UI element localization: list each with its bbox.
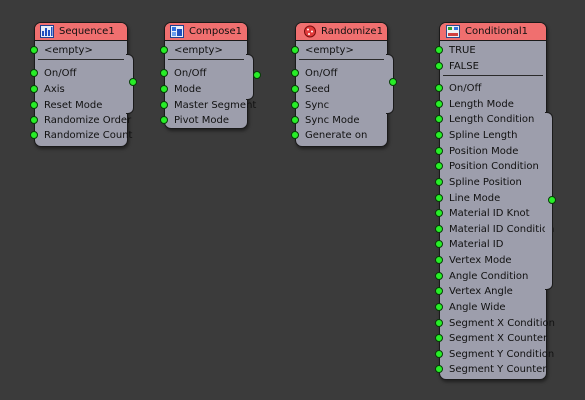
randomize-icon xyxy=(304,25,316,38)
canvas[interactable]: { "colors": { "background": "#3b3b3b", "… xyxy=(0,0,585,400)
randomize-empty-slot[interactable]: <empty> xyxy=(305,44,354,57)
randomize-title: Randomize1 xyxy=(321,26,383,37)
compose-port-pivot-mode[interactable] xyxy=(160,116,168,124)
compose-output-port[interactable] xyxy=(253,71,261,79)
conditional-input-vertex-angle[interactable]: Vertex Angle xyxy=(449,285,513,298)
compose-port-mode[interactable] xyxy=(160,85,168,93)
compose-title: Compose1 xyxy=(189,26,243,37)
conditional-input-material-id-knot[interactable]: Material ID Knot xyxy=(449,207,530,220)
conditional-divider xyxy=(443,75,543,76)
conditional-node[interactable]: Conditional1 TRUE FALSE On/Off Length Mo… xyxy=(439,22,555,380)
randomize-input-onoff[interactable]: On/Off xyxy=(305,67,337,80)
compose-port-empty[interactable] xyxy=(160,46,168,54)
conditional-port-length-condition[interactable] xyxy=(435,115,443,123)
sequence-input-randomize-order[interactable]: Randomize Order xyxy=(44,114,131,127)
conditional-input-material-id[interactable]: Material ID xyxy=(449,238,503,251)
randomize-port-sync[interactable] xyxy=(291,101,299,109)
sequence-empty-slot[interactable]: <empty> xyxy=(44,44,93,57)
compose-input-master-segment[interactable]: Master Segment xyxy=(174,99,256,112)
conditional-port-position-condition[interactable] xyxy=(435,162,443,170)
conditional-input-length-condition[interactable]: Length Condition xyxy=(449,113,534,126)
conditional-input-onoff[interactable]: On/Off xyxy=(449,82,481,95)
sequence-icon xyxy=(40,25,54,38)
conditional-port-segment-y-counter[interactable] xyxy=(435,365,443,373)
sequence-input-onoff[interactable]: On/Off xyxy=(44,67,76,80)
randomize-input-sync-mode[interactable]: Sync Mode xyxy=(305,114,360,127)
conditional-input-length-mode[interactable]: Length Mode xyxy=(449,98,514,111)
sequence-port-empty[interactable] xyxy=(30,46,38,54)
conditional-icon xyxy=(446,25,460,38)
conditional-port-vertex-angle[interactable] xyxy=(435,287,443,295)
compose-divider xyxy=(168,59,244,60)
conditional-port-spline-position[interactable] xyxy=(435,178,443,186)
conditional-port-onoff[interactable] xyxy=(435,84,443,92)
conditional-title: Conditional1 xyxy=(465,26,528,37)
sequence-divider xyxy=(38,59,124,60)
randomize-port-sync-mode[interactable] xyxy=(291,116,299,124)
conditional-output-port[interactable] xyxy=(548,196,556,204)
conditional-port-line-mode[interactable] xyxy=(435,194,443,202)
compose-port-onoff[interactable] xyxy=(160,69,168,77)
conditional-branch-false[interactable]: FALSE xyxy=(449,60,479,73)
conditional-input-position-mode[interactable]: Position Mode xyxy=(449,145,518,158)
compose-icon xyxy=(170,25,184,38)
sequence-input-reset-mode[interactable]: Reset Mode xyxy=(44,99,102,112)
sequence-title: Sequence1 xyxy=(59,26,115,37)
randomize-node[interactable]: Randomize1 <empty> On/Off Seed Sync Sync… xyxy=(295,22,388,147)
compose-port-master-segment[interactable] xyxy=(160,101,168,109)
conditional-port-true[interactable] xyxy=(435,46,443,54)
conditional-port-angle-condition[interactable] xyxy=(435,272,443,280)
sequence-output-port[interactable] xyxy=(129,78,137,86)
sequence-port-reset-mode[interactable] xyxy=(30,101,38,109)
conditional-input-segment-y-counter[interactable]: Segment Y Counter xyxy=(449,363,546,376)
sequence-port-onoff[interactable] xyxy=(30,69,38,77)
conditional-port-material-id-condition[interactable] xyxy=(435,225,443,233)
conditional-input-position-condition[interactable]: Position Condition xyxy=(449,160,539,173)
conditional-input-line-mode[interactable]: Line Mode xyxy=(449,192,500,205)
conditional-port-vertex-mode[interactable] xyxy=(435,256,443,264)
sequence-port-axis[interactable] xyxy=(30,85,38,93)
compose-input-mode[interactable]: Mode xyxy=(174,83,201,96)
sequence-input-axis[interactable]: Axis xyxy=(44,83,65,96)
conditional-port-length-mode[interactable] xyxy=(435,100,443,108)
randomize-output-port[interactable] xyxy=(389,78,397,86)
conditional-input-vertex-mode[interactable]: Vertex Mode xyxy=(449,254,512,267)
conditional-port-spline-length[interactable] xyxy=(435,131,443,139)
conditional-port-false[interactable] xyxy=(435,62,443,70)
conditional-input-segment-y-condition[interactable]: Segment Y Condition xyxy=(449,348,554,361)
randomize-port-seed[interactable] xyxy=(291,85,299,93)
conditional-input-segment-x-counter[interactable]: Segment X Counter xyxy=(449,332,547,345)
conditional-input-spline-position[interactable]: Spline Position xyxy=(449,176,522,189)
sequence-input-randomize-count[interactable]: Randomize Count xyxy=(44,129,132,142)
conditional-port-material-id-knot[interactable] xyxy=(435,209,443,217)
compose-node[interactable]: Compose1 <empty> On/Off Mode Master Segm… xyxy=(164,22,256,129)
conditional-port-position-mode[interactable] xyxy=(435,147,443,155)
compose-empty-slot[interactable]: <empty> xyxy=(174,44,223,57)
conditional-input-material-id-condition[interactable]: Material ID Condition xyxy=(449,223,554,236)
randomize-port-empty[interactable] xyxy=(291,46,299,54)
conditional-port-segment-y-condition[interactable] xyxy=(435,350,443,358)
conditional-input-segment-x-condition[interactable]: Segment X Condition xyxy=(449,317,555,330)
compose-input-pivot-mode[interactable]: Pivot Mode xyxy=(174,114,229,127)
conditional-port-segment-x-counter[interactable] xyxy=(435,334,443,342)
randomize-port-onoff[interactable] xyxy=(291,69,299,77)
randomize-divider xyxy=(299,59,384,60)
sequence-node[interactable]: Sequence1 <empty> On/Off Axis Reset Mode… xyxy=(34,22,132,147)
conditional-port-material-id[interactable] xyxy=(435,240,443,248)
conditional-branch-true[interactable]: TRUE xyxy=(449,44,476,57)
compose-input-onoff[interactable]: On/Off xyxy=(174,67,206,80)
conditional-input-angle-wide[interactable]: Angle Wide xyxy=(449,301,506,314)
randomize-port-generate-on[interactable] xyxy=(291,131,299,139)
sequence-port-randomize-count[interactable] xyxy=(30,131,38,139)
sequence-port-randomize-order[interactable] xyxy=(30,116,38,124)
conditional-input-angle-condition[interactable]: Angle Condition xyxy=(449,270,528,283)
conditional-input-spline-length[interactable]: Spline Length xyxy=(449,129,517,142)
randomize-input-generate-on[interactable]: Generate on xyxy=(305,129,367,142)
randomize-input-seed[interactable]: Seed xyxy=(305,83,330,96)
conditional-port-segment-x-condition[interactable] xyxy=(435,319,443,327)
randomize-input-sync[interactable]: Sync xyxy=(305,99,329,112)
conditional-port-angle-wide[interactable] xyxy=(435,303,443,311)
